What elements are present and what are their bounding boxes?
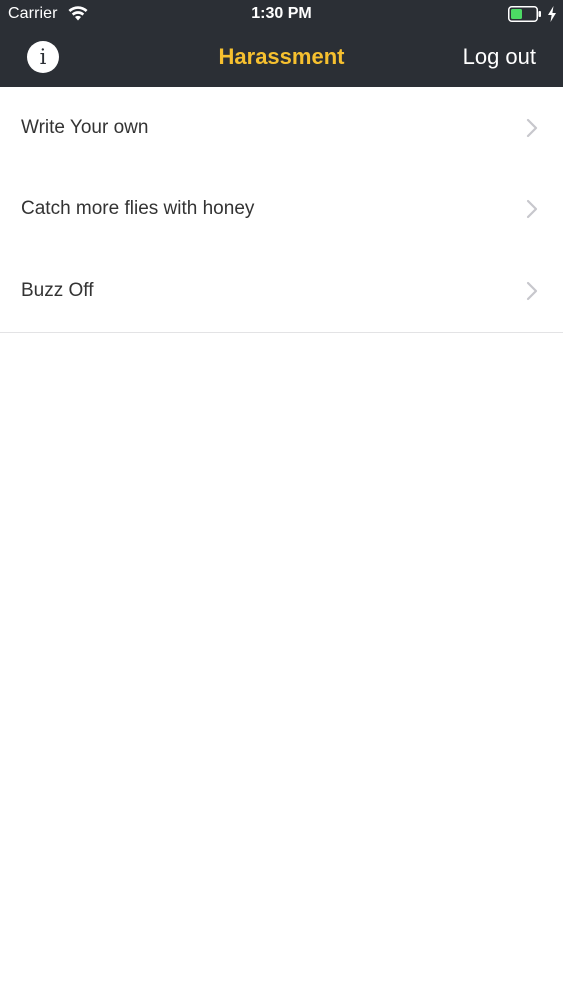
list-item-write-your-own[interactable]: Write Your own (0, 87, 563, 169)
header: Carrier 1:30 PM i Harassment Log out (0, 0, 563, 87)
logout-button[interactable]: Log out (463, 44, 536, 70)
list-item-label: Catch more flies with honey (21, 198, 255, 220)
clock-time: 1:30 PM (251, 5, 312, 22)
battery-icon (508, 6, 541, 22)
list-item-catch-more-flies[interactable]: Catch more flies with honey (0, 169, 563, 251)
options-list: Write Your own Catch more flies with hon… (0, 87, 563, 333)
chevron-right-icon (526, 200, 538, 219)
list-item-buzz-off[interactable]: Buzz Off (0, 250, 563, 332)
list-item-label: Buzz Off (21, 279, 94, 301)
status-bar: Carrier 1:30 PM (0, 0, 563, 28)
navigation-bar: i Harassment Log out (0, 28, 563, 87)
chevron-right-icon (526, 118, 538, 137)
chevron-right-icon (526, 281, 538, 300)
list-item-label: Write Your own (21, 116, 149, 138)
charging-bolt-icon (548, 6, 556, 22)
